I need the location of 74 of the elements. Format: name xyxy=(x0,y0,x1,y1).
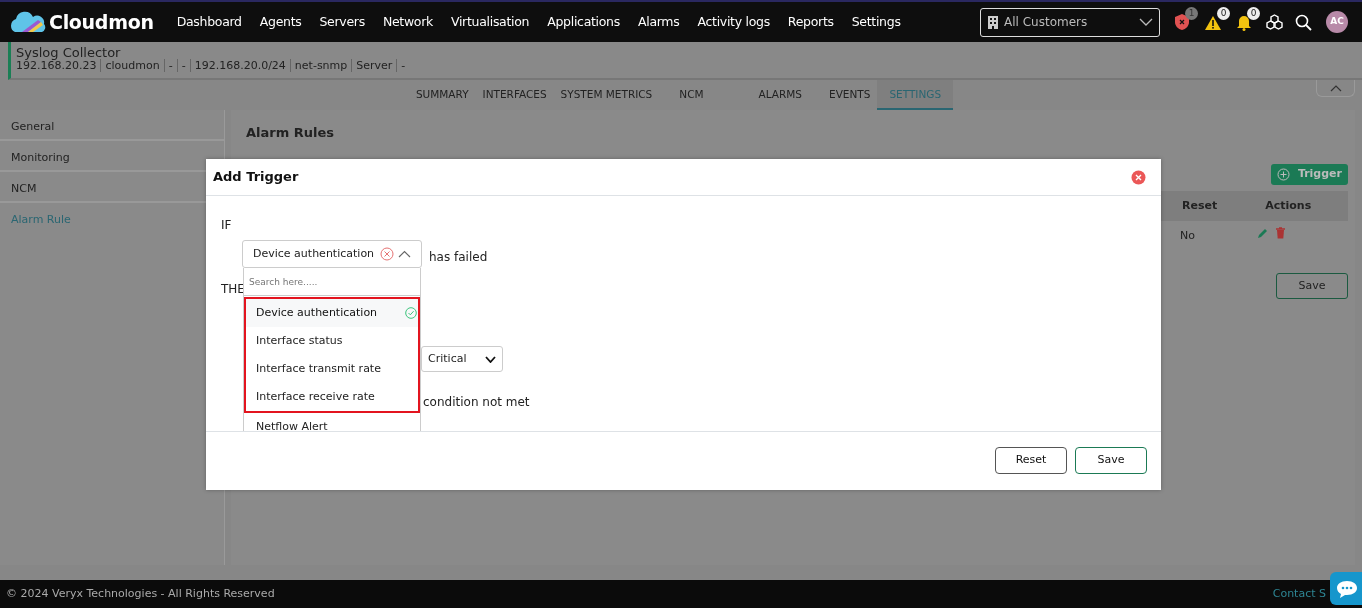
device-detail: - xyxy=(164,59,178,72)
save-button[interactable]: Save xyxy=(1075,447,1147,474)
nav-link[interactable]: Virtualisation xyxy=(441,12,539,32)
chat-button[interactable] xyxy=(1330,572,1362,605)
device-detail: - xyxy=(177,59,191,72)
dropdown-option[interactable]: Interface transmit rate xyxy=(246,355,418,383)
trash-icon[interactable] xyxy=(1275,227,1286,239)
nav-link[interactable]: Servers xyxy=(310,12,374,32)
search-icon[interactable] xyxy=(1295,13,1312,31)
nav-link[interactable]: Agents xyxy=(250,12,311,32)
then-label: THE xyxy=(221,281,245,298)
dropdown-option[interactable]: Interface status xyxy=(246,327,418,355)
select-value: All Customers xyxy=(1004,14,1089,31)
brand-name: Cloudmon xyxy=(49,9,154,35)
tab[interactable]: INTERFACES xyxy=(475,80,554,110)
reset-button[interactable]: Reset xyxy=(995,447,1067,474)
cubes-icon[interactable] xyxy=(1266,14,1283,30)
modal-title: Add Trigger xyxy=(213,168,299,187)
security-count: 1 xyxy=(1185,6,1198,20)
device-detail: 192.168.20.23 xyxy=(16,59,102,72)
bell-icon xyxy=(1236,14,1252,31)
building-icon xyxy=(987,15,999,29)
nav-link[interactable]: Applications xyxy=(538,12,629,32)
device-name: Syslog Collector xyxy=(16,45,122,60)
page-title: Alarm Rules xyxy=(245,124,336,142)
device-detail: net-snmp xyxy=(290,59,353,72)
tab[interactable]: SYSTEM METRICS xyxy=(553,80,660,110)
plus-circle-icon xyxy=(1276,167,1290,181)
tab[interactable]: NCM xyxy=(659,80,739,110)
dropdown-option[interactable]: Netflow Alert xyxy=(244,413,420,431)
chevron-down-icon xyxy=(485,355,496,363)
nav-link[interactable]: Dashboard xyxy=(167,12,251,32)
sidebar-item[interactable]: General xyxy=(11,119,55,136)
copyright-text: © 2024 Veryx Technologies - All Rights Reserved xyxy=(6,585,275,602)
device-detail: cloudmon xyxy=(101,59,165,72)
if-label: IF xyxy=(221,217,232,234)
tab[interactable]: EVENTS xyxy=(822,80,878,110)
close-icon[interactable] xyxy=(1131,169,1146,185)
condition-select[interactable]: Device authentication xyxy=(242,240,422,268)
chevron-up-icon xyxy=(398,250,411,258)
column-header: Reset xyxy=(1182,197,1218,214)
table-cell-text: No xyxy=(1180,228,1195,244)
nav-link[interactable]: Activity logs xyxy=(688,12,779,32)
tab[interactable]: ALARMS xyxy=(738,80,822,110)
condition-not-met-text: condition not met xyxy=(423,394,530,411)
nav-link[interactable]: Reports xyxy=(778,12,843,32)
notification-count: 0 xyxy=(1247,7,1260,20)
device-detail: - xyxy=(400,59,407,72)
save-button[interactable]: Save xyxy=(1276,273,1348,299)
chevron-down-icon xyxy=(1139,18,1153,26)
cloud-logo-icon xyxy=(8,10,46,34)
warning-icon xyxy=(1204,14,1222,31)
dropdown-option[interactable]: Device authentication xyxy=(246,299,418,327)
chat-bubble-icon xyxy=(1336,578,1358,599)
device-detail: Server xyxy=(352,59,398,72)
customer-select[interactable]: All Customers xyxy=(980,7,1160,37)
tab[interactable]: SUMMARY xyxy=(408,80,476,110)
nav-link[interactable]: Settings xyxy=(842,12,910,32)
condition-suffix: has failed xyxy=(429,249,488,266)
nav-link[interactable]: Alarms xyxy=(628,12,689,32)
device-detail: 192.168.20.0/24 xyxy=(190,59,291,72)
clear-icon[interactable] xyxy=(380,247,394,261)
sidebar-item[interactable]: NCM xyxy=(11,181,37,198)
dropdown-option[interactable]: Interface receive rate xyxy=(246,383,418,411)
chevron-up-icon xyxy=(1329,84,1342,92)
warning-count: 0 xyxy=(1217,7,1230,20)
contact-link[interactable]: Contact S xyxy=(1272,585,1326,603)
nav-link[interactable]: Network xyxy=(373,12,442,32)
check-circle-icon xyxy=(405,307,417,319)
severity-select[interactable]: Critical xyxy=(421,346,503,372)
collapse-button[interactable] xyxy=(1316,80,1355,97)
shield-icon xyxy=(1174,13,1190,32)
column-header: Actions xyxy=(1265,197,1312,214)
sidebar-item[interactable]: Monitoring xyxy=(11,150,70,167)
